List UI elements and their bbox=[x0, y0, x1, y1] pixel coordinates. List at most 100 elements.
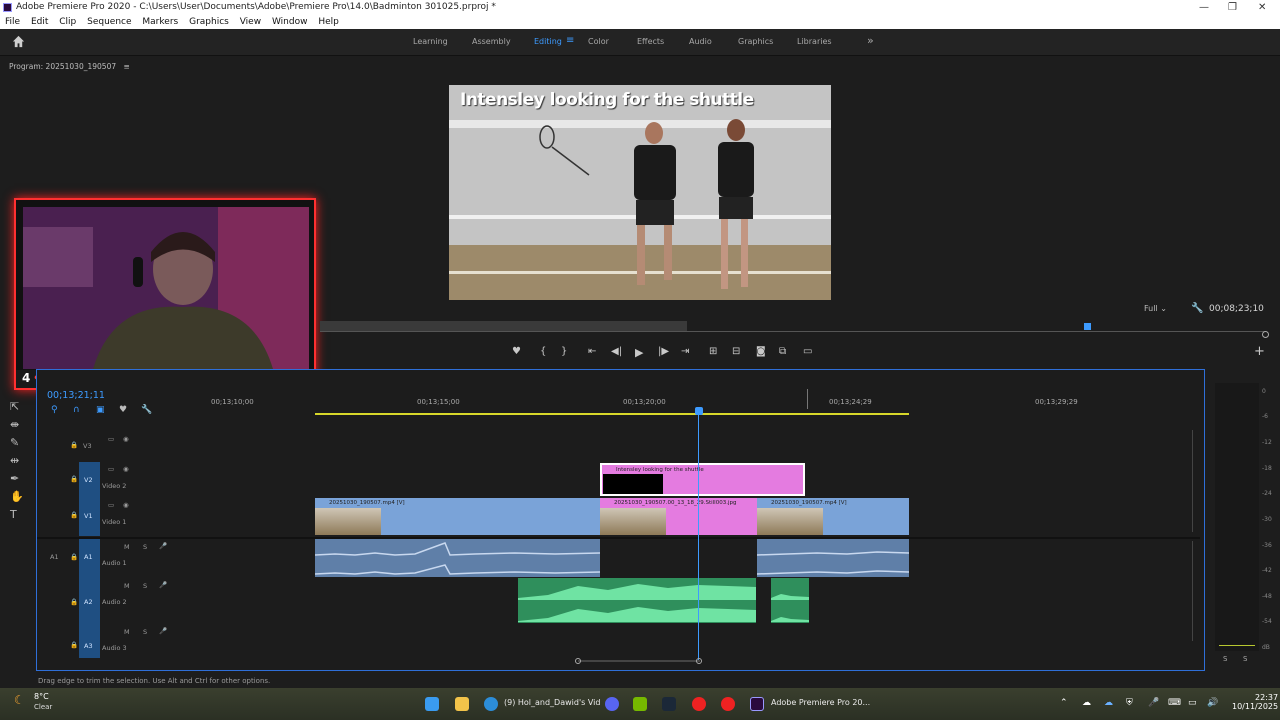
steam-icon[interactable] bbox=[662, 697, 676, 711]
track-id-a3[interactable]: A3 bbox=[84, 642, 93, 650]
discord-icon[interactable] bbox=[605, 697, 619, 711]
onedrive-icon[interactable]: ☁ bbox=[1104, 698, 1113, 708]
export-frame-icon[interactable]: ◙ bbox=[756, 346, 766, 357]
premiere-taskbar-icon[interactable] bbox=[750, 697, 764, 711]
comparison-view-icon[interactable]: ⧉ bbox=[779, 346, 786, 357]
resolution-select[interactable]: Full ⌄ bbox=[1144, 304, 1167, 313]
settings-icon[interactable]: ▭ bbox=[803, 346, 812, 357]
restore-button[interactable]: ❐ bbox=[1228, 0, 1237, 15]
playhead-marker[interactable] bbox=[1084, 323, 1091, 330]
menu-help[interactable]: Help bbox=[318, 17, 339, 27]
step-forward-icon[interactable]: |▶ bbox=[658, 346, 669, 357]
media-player-icon[interactable] bbox=[692, 697, 706, 711]
track-id-a2[interactable]: A2 bbox=[84, 598, 93, 606]
selection-tool-icon[interactable]: ⇱ bbox=[10, 400, 19, 413]
wrench-icon[interactable]: 🔧 bbox=[1191, 303, 1203, 314]
more-workspaces-icon[interactable]: » bbox=[867, 34, 874, 47]
keyboard-icon[interactable]: ⌨ bbox=[1168, 698, 1181, 708]
scroll-handle-right[interactable] bbox=[696, 658, 702, 664]
weather-temp[interactable]: 8°C bbox=[34, 692, 49, 701]
menu-graphics[interactable]: Graphics bbox=[189, 17, 229, 27]
go-to-out-icon[interactable]: ⇥ bbox=[681, 346, 689, 357]
panel-menu-icon[interactable]: ≡ bbox=[124, 62, 130, 71]
workspace-editing[interactable]: Editing bbox=[534, 37, 562, 46]
minimize-button[interactable]: — bbox=[1199, 0, 1209, 15]
weather-desc[interactable]: Clear bbox=[34, 703, 52, 711]
eye-icon[interactable]: ◉ bbox=[123, 501, 129, 509]
volume-icon[interactable]: 🔊 bbox=[1207, 698, 1218, 708]
timeline-playhead-handle[interactable] bbox=[695, 407, 703, 415]
mute-button[interactable]: M bbox=[124, 582, 130, 590]
audio-clip[interactable] bbox=[315, 539, 600, 577]
lock-icon[interactable]: 🔒 bbox=[70, 441, 78, 449]
snap-icon[interactable]: ⚲ bbox=[51, 405, 58, 415]
eye-icon[interactable]: ◉ bbox=[123, 435, 129, 443]
workspace-audio[interactable]: Audio bbox=[689, 37, 712, 46]
video-track-scrollbar[interactable] bbox=[1192, 430, 1193, 532]
workspace-effects[interactable]: Effects bbox=[637, 37, 664, 46]
solo-button[interactable]: S bbox=[143, 582, 147, 590]
menu-file[interactable]: File bbox=[5, 17, 20, 27]
music-audio-clip[interactable] bbox=[771, 578, 809, 623]
lock-icon[interactable]: 🔒 bbox=[70, 641, 78, 649]
solo-button[interactable]: S bbox=[143, 628, 147, 636]
track-select-icon[interactable]: ⇼ bbox=[10, 418, 19, 431]
lock-icon[interactable]: 🔒 bbox=[70, 553, 78, 561]
extract-icon[interactable]: ⊟ bbox=[732, 346, 740, 357]
track-id-v3[interactable]: V3 bbox=[83, 442, 92, 450]
mark-in-icon[interactable]: { bbox=[540, 346, 546, 357]
toggle-sync-icon[interactable]: ▭ bbox=[108, 501, 114, 509]
taskbar-browser-tab[interactable]: (9) Hol_and_Dawid's Vid bbox=[504, 698, 600, 707]
step-back-icon[interactable]: ◀| bbox=[611, 346, 622, 357]
lift-icon[interactable]: ⊞ bbox=[709, 346, 717, 357]
track-id-a1[interactable]: A1 bbox=[84, 553, 93, 561]
still-image-clip[interactable]: 20251030_190507.00_13_18_29.Still003.jpg bbox=[600, 498, 757, 535]
menu-markers[interactable]: Markers bbox=[142, 17, 178, 27]
play-icon[interactable]: ▶ bbox=[635, 346, 643, 359]
timeline-settings-icon[interactable]: 🔧 bbox=[141, 405, 152, 415]
add-button-icon[interactable]: + bbox=[1254, 344, 1265, 359]
mute-button[interactable]: M bbox=[124, 543, 130, 551]
video-clip[interactable]: 20251030_190507.mp4 [V] bbox=[315, 498, 600, 535]
edge-browser-icon[interactable] bbox=[484, 697, 498, 711]
cloud-icon[interactable]: ☁ bbox=[1082, 698, 1091, 708]
menu-view[interactable]: View bbox=[240, 17, 261, 27]
chevron-up-icon[interactable]: ⌃ bbox=[1060, 698, 1068, 708]
add-marker-timeline-icon[interactable]: ▣ bbox=[96, 405, 105, 415]
taskbar-premiere-app[interactable]: Adobe Premiere Pro 20... bbox=[771, 698, 870, 707]
source-patch-a1[interactable]: A1 bbox=[50, 553, 59, 561]
audio-track-scrollbar[interactable] bbox=[1192, 541, 1193, 641]
home-icon[interactable] bbox=[12, 35, 25, 48]
microphone-icon[interactable]: 🎤 bbox=[159, 542, 167, 550]
type-tool-icon[interactable]: T bbox=[10, 508, 17, 521]
start-icon[interactable] bbox=[425, 697, 439, 711]
nvidia-icon[interactable] bbox=[633, 697, 647, 711]
timeline-timecode[interactable]: 00;13;21;11 bbox=[47, 390, 105, 401]
track-id-v2[interactable]: V2 bbox=[84, 476, 93, 484]
menu-edit[interactable]: Edit bbox=[31, 17, 48, 27]
network-icon[interactable]: ▭ bbox=[1188, 698, 1197, 708]
marker-icon[interactable]: ♥ bbox=[119, 405, 127, 415]
go-to-in-icon[interactable]: ⇤ bbox=[588, 346, 596, 357]
menu-window[interactable]: Window bbox=[272, 17, 308, 27]
youtube-icon[interactable] bbox=[721, 697, 735, 711]
track-id-v1[interactable]: V1 bbox=[84, 512, 93, 520]
taskbar-clock[interactable]: 22:37 10/11/2025 bbox=[1232, 693, 1278, 711]
microphone-icon[interactable]: 🎤 bbox=[159, 581, 167, 589]
linked-selection-icon[interactable]: ∩ bbox=[73, 405, 80, 415]
weather-icon[interactable]: ☾ bbox=[14, 693, 25, 707]
ripple-edit-icon[interactable]: ⇹ bbox=[10, 454, 19, 467]
workspace-menu-icon[interactable]: ≡ bbox=[566, 35, 574, 46]
file-explorer-icon[interactable] bbox=[455, 697, 469, 711]
workspace-assembly[interactable]: Assembly bbox=[472, 37, 511, 46]
video-clip[interactable]: 20251030_190507.mp4 [V] bbox=[757, 498, 909, 535]
toggle-sync-icon[interactable]: ▭ bbox=[108, 435, 114, 443]
menu-sequence[interactable]: Sequence bbox=[87, 17, 131, 27]
timeline-horizontal-scrollbar[interactable] bbox=[578, 660, 700, 662]
solo-button[interactable]: S bbox=[143, 543, 147, 551]
workspace-libraries[interactable]: Libraries bbox=[797, 37, 832, 46]
workspace-learning[interactable]: Learning bbox=[413, 37, 448, 46]
workspace-color[interactable]: Color bbox=[588, 37, 609, 46]
solo-left-button[interactable]: S bbox=[1223, 655, 1227, 663]
lock-icon[interactable]: 🔒 bbox=[70, 598, 78, 606]
